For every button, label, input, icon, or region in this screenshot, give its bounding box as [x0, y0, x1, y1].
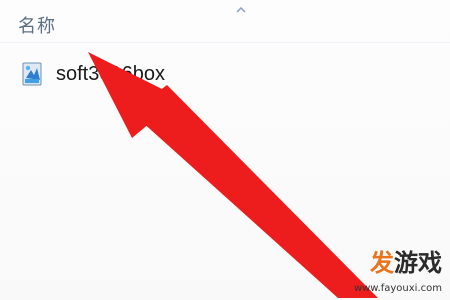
site-watermark: 发 游戏 www.fayouxi.com	[302, 244, 442, 295]
installer-icon	[20, 60, 46, 88]
header-divider	[0, 42, 450, 43]
watermark-url: www.fayouxi.com	[353, 283, 442, 294]
file-name: soft3e16box	[56, 62, 165, 85]
sort-indicator-icon	[236, 0, 246, 13]
name-column-header[interactable]: 名称	[18, 12, 56, 38]
watermark-logo-part2: 游戏	[394, 248, 442, 277]
watermark-logo-part1: 发	[370, 248, 394, 277]
file-item[interactable]: soft3e16box	[20, 58, 260, 90]
watermark-logo: 发 游戏	[302, 244, 442, 277]
